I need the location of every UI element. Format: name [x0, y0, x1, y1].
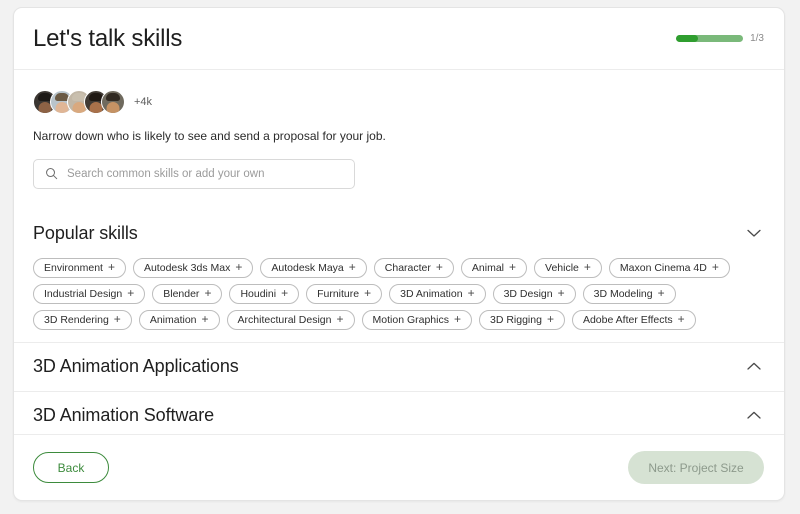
skill-chip-label: Motion Graphics: [372, 313, 449, 326]
back-button[interactable]: Back: [33, 452, 109, 483]
skills-card: Let's talk skills 1/3 +4k Narrow down wh…: [13, 7, 785, 501]
skill-chip-label: Industrial Design: [44, 287, 123, 300]
skill-chip[interactable]: Animal +: [460, 257, 528, 278]
progress-indicator: 1/3: [676, 33, 764, 44]
add-skill-icon[interactable]: +: [558, 287, 565, 299]
skill-chip-label: Vehicle: [545, 261, 579, 274]
skill-chip-label: Animal: [471, 261, 504, 274]
card-body: +4k Narrow down who is likely to see and…: [14, 70, 784, 434]
skill-chip[interactable]: Autodesk 3ds Max +: [132, 257, 254, 278]
skill-chip[interactable]: Autodesk Maya +: [260, 257, 367, 278]
add-skill-icon[interactable]: +: [235, 261, 242, 273]
section-title: 3D Animation Software: [33, 405, 214, 426]
skill-chip-label: Environment: [44, 261, 103, 274]
skill-chip-label: 3D Rendering: [44, 313, 109, 326]
skill-chip[interactable]: 3D Modeling +: [582, 283, 676, 304]
add-skill-icon[interactable]: +: [468, 287, 475, 299]
add-skill-icon[interactable]: +: [547, 313, 554, 325]
avatar-overflow-count: +4k: [134, 96, 153, 108]
add-skill-icon[interactable]: +: [127, 287, 134, 299]
skill-chip-label: Architectural Design: [237, 313, 332, 326]
search-input[interactable]: [67, 167, 343, 180]
skill-chip-label: 3D Rigging: [489, 313, 542, 326]
section-title: Popular skills: [33, 223, 138, 244]
section-header-3d-animation-applications[interactable]: 3D Animation Applications: [14, 343, 784, 391]
skill-chip-label: Furniture: [317, 287, 360, 300]
skill-chip-label: 3D Design: [503, 287, 553, 300]
add-skill-icon[interactable]: +: [202, 313, 209, 325]
skill-chip[interactable]: Environment +: [33, 257, 126, 278]
progress-bar-track: [676, 35, 744, 42]
progress-step-label: 1/3: [750, 33, 764, 44]
progress-bar-fill: [676, 35, 699, 42]
chevron-up-icon[interactable]: [747, 407, 761, 425]
skill-chip-label: Animation: [149, 313, 197, 326]
add-skill-icon[interactable]: +: [337, 313, 344, 325]
skill-chip[interactable]: Maxon Cinema 4D +: [608, 257, 730, 278]
skill-chip-label: Character: [384, 261, 431, 274]
add-skill-icon[interactable]: +: [712, 261, 719, 273]
search-icon: [45, 167, 58, 180]
skill-chip[interactable]: Adobe After Effects +: [571, 309, 696, 330]
skill-chip[interactable]: Industrial Design +: [33, 283, 146, 304]
skill-chip-label: Autodesk Maya: [271, 261, 344, 274]
avatar-group: +4k: [33, 90, 764, 114]
skill-chip-label: Adobe After Effects: [582, 313, 673, 326]
skill-chip-label: Blender: [163, 287, 200, 300]
chip-list-popular-skills: Environment + Autodesk 3ds Max + Autodesk Ma…: [14, 257, 782, 342]
section-3d-animation-software: 3D Animation Software: [14, 390, 784, 434]
add-skill-icon[interactable]: +: [584, 261, 591, 273]
skill-chip[interactable]: Blender +: [152, 283, 223, 304]
next-project-size-button[interactable]: Next: Project Size: [628, 451, 764, 484]
card-header: Let's talk skills 1/3: [14, 8, 784, 70]
section-header-popular-skills[interactable]: Popular skills: [14, 210, 784, 258]
skill-chip[interactable]: Motion Graphics +: [361, 309, 472, 330]
add-skill-icon[interactable]: +: [364, 287, 371, 299]
add-skill-icon[interactable]: +: [108, 261, 115, 273]
section-title: 3D Animation Applications: [33, 356, 239, 377]
search-row: [14, 145, 784, 189]
add-skill-icon[interactable]: +: [114, 313, 121, 325]
section-3d-animation-applications: 3D Animation Applications: [14, 341, 784, 391]
skill-chip-label: Maxon Cinema 4D: [619, 261, 707, 274]
add-skill-icon[interactable]: +: [509, 261, 516, 273]
section-header-3d-animation-software[interactable]: 3D Animation Software: [14, 392, 784, 434]
add-skill-icon[interactable]: +: [454, 313, 461, 325]
skill-chip[interactable]: Furniture +: [306, 283, 383, 304]
add-skill-icon[interactable]: +: [658, 287, 665, 299]
skill-chip[interactable]: Houdini +: [229, 283, 300, 304]
skill-chip[interactable]: Vehicle +: [534, 257, 602, 278]
skill-chip[interactable]: 3D Animation +: [389, 283, 486, 304]
skill-chip-label: Houdini: [240, 287, 277, 300]
avatar: [101, 90, 125, 114]
skill-chip-label: 3D Animation: [400, 287, 463, 300]
add-skill-icon[interactable]: +: [281, 287, 288, 299]
avatar-stack: [33, 90, 125, 114]
chevron-up-icon[interactable]: [747, 358, 761, 376]
add-skill-icon[interactable]: +: [204, 287, 211, 299]
skill-chip[interactable]: Animation +: [138, 309, 220, 330]
card-footer: Back Next: Project Size: [14, 434, 784, 500]
skill-chip-label: 3D Modeling: [593, 287, 653, 300]
section-popular-skills: Popular skills Environment + Autodesk 3ds …: [14, 210, 784, 342]
skill-chip[interactable]: 3D Rigging +: [478, 309, 565, 330]
skill-chip[interactable]: Architectural Design +: [226, 309, 355, 330]
skill-chip[interactable]: Character +: [373, 257, 454, 278]
search-box[interactable]: [33, 158, 355, 189]
intro-block: +4k Narrow down who is likely to see and…: [14, 70, 784, 145]
skill-chip[interactable]: 3D Design +: [492, 283, 576, 304]
skill-chip-label: Autodesk 3ds Max: [143, 261, 231, 274]
add-skill-icon[interactable]: +: [349, 261, 356, 273]
skill-chip[interactable]: 3D Rendering +: [33, 309, 132, 330]
add-skill-icon[interactable]: +: [678, 313, 685, 325]
intro-description: Narrow down who is likely to see and sen…: [33, 129, 386, 143]
chevron-down-icon[interactable]: [747, 225, 761, 243]
add-skill-icon[interactable]: +: [436, 261, 443, 273]
page-title: Let's talk skills: [33, 24, 183, 52]
